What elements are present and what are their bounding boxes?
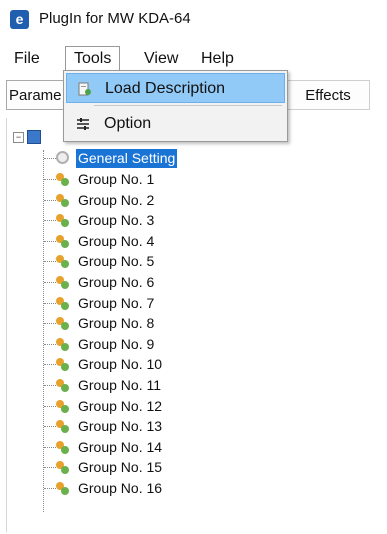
group-icon [56,399,70,413]
group-icon [56,420,70,434]
menu-item-option[interactable]: Option [66,109,285,139]
group-icon [56,482,70,495]
tree-item-label: Group No. 4 [78,232,155,249]
tree-item-label: Group No. 8 [78,315,155,332]
tree-item-label: Group No. 3 [78,212,155,229]
group-icon [56,337,70,351]
group-icon [56,193,70,207]
tree-item-label: Group No. 9 [78,335,155,352]
group-icon [56,317,70,331]
group-icon [56,214,70,228]
tree-item-label: Group No. 11 [78,377,162,393]
group-icon [56,255,70,269]
tree-item-label: Group No. 7 [78,294,155,311]
menu-separator [94,105,282,106]
group-icon [56,173,70,186]
tree-item-label: Group No. 5 [78,253,155,270]
menu-tools[interactable]: Tools [65,46,121,72]
tree-item-label: Group No. 10 [78,356,163,373]
document-load-icon [78,82,91,96]
tree-item-label: Group No. 13 [78,418,163,435]
app-logo-icon: e [10,10,29,29]
group-icon [56,461,70,475]
tree-item-label: Group No. 12 [78,397,163,414]
group-icon [56,358,70,372]
menu-help[interactable]: Help [193,46,242,72]
tree-item-label: Group No. 6 [78,274,155,290]
tree-item-label: Group No. 15 [78,459,163,476]
group-icon [56,234,70,248]
collapse-icon[interactable]: − [13,132,24,143]
tree-item-label: General Setting [76,149,178,168]
tools-dropdown-menu: Load Description Option [63,70,288,142]
menu-item-load-description[interactable]: Load Description [66,73,285,103]
group-icon [56,379,70,392]
tree-connector-line [43,150,44,512]
group-icon [56,296,70,310]
group-icon [56,276,70,289]
tab-effects[interactable]: Effects [286,80,370,110]
list-settings-icon [77,118,89,130]
system-folder-icon [27,130,41,144]
group-icon [56,440,70,454]
menu-view[interactable]: View [136,46,186,72]
title-bar: e PlugIn for MW KDA-64 [0,0,387,36]
tab-parameters[interactable]: Parame [6,80,66,110]
menu-item-label: Option [104,115,152,132]
tree-item-label: Group No. 2 [78,191,155,208]
tree-item-label: Group No. 16 [78,480,163,496]
tree-item-label: Group No. 14 [78,438,163,455]
window-title: PlugIn for MW KDA-64 [39,10,191,27]
menu-item-label: Load Description [105,80,226,97]
menu-file[interactable]: File [6,46,48,72]
tree-item-label: Group No. 1 [78,171,155,187]
gear-icon [56,151,69,164]
